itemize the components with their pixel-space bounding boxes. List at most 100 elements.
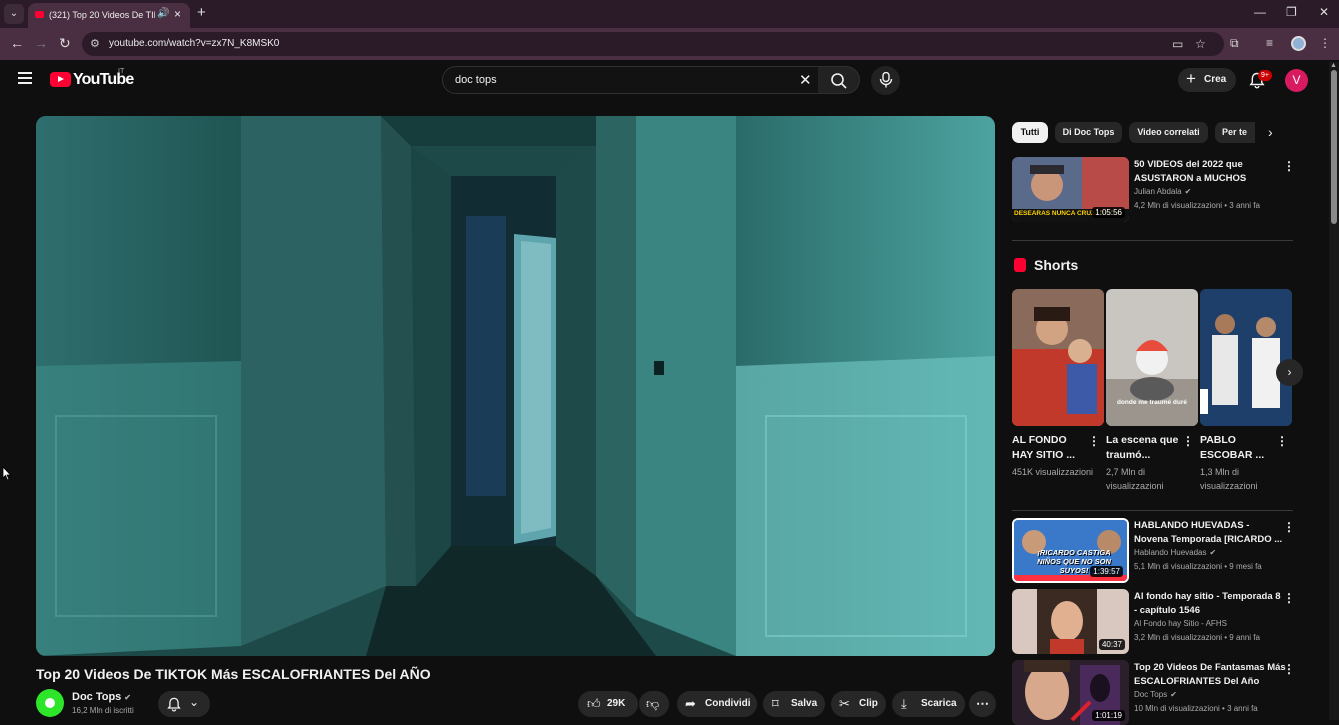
scrollbar-thumb[interactable]: [1331, 70, 1337, 224]
bookmark-star-icon[interactable]: ☆: [1195, 37, 1206, 51]
short-title[interactable]: PABLO ESCOBAR ...: [1200, 433, 1276, 463]
menu-hamburger-icon[interactable]: [18, 72, 32, 87]
extensions-icon[interactable]: ⧉: [1230, 36, 1239, 51]
address-url[interactable]: youtube.com/watch?v=zx7N_K8MSK0: [109, 38, 279, 49]
short-thumbnail[interactable]: [1200, 289, 1292, 426]
short-views: 451K visualizzazioni: [1012, 467, 1094, 477]
video-thumbnail[interactable]: DESEARAS NUNCA CRUZARTELO 1:05:56: [1012, 157, 1129, 222]
cast-icon[interactable]: ▭: [1172, 37, 1183, 51]
tab-title: (321) Top 20 Videos De TIKTOK Más ESCALO…: [49, 10, 155, 20]
download-label: Scarica: [921, 698, 957, 709]
like-count: 29K: [607, 698, 626, 709]
address-bar[interactable]: ⚙ youtube.com/watch?v=zx7N_K8MSK0 ▭ ☆: [82, 32, 1224, 56]
related-video[interactable]: DESEARAS NUNCA CRUZARTELO 1:05:56 50 VID…: [1012, 157, 1312, 223]
video-title[interactable]: Top 20 Videos De Fantasmas Más ESCALOFRI…: [1134, 661, 1286, 689]
chip-all[interactable]: Tutti: [1012, 122, 1048, 143]
subscription-bell-button[interactable]: ⌄: [158, 691, 210, 717]
more-options-icon[interactable]: ⋮: [1283, 520, 1295, 534]
back-icon[interactable]: ←: [10, 35, 24, 51]
channel-name-text[interactable]: Doc Tops: [1134, 690, 1167, 699]
chip-for-you[interactable]: Per te: [1215, 122, 1255, 143]
video-thumbnail[interactable]: 1:01:19: [1012, 660, 1129, 725]
share-button[interactable]: ➦ Condividi: [677, 691, 757, 717]
video-duration: 40:37: [1098, 639, 1125, 650]
chip-from-channel[interactable]: Di Doc Tops: [1055, 122, 1122, 143]
short-card[interactable]: AL FONDO HAY SITIO ... ⋮ 451K visualizza…: [1012, 289, 1104, 477]
short-title[interactable]: AL FONDO HAY SITIO ...: [1012, 433, 1088, 463]
short-thumbnail[interactable]: [1012, 289, 1104, 426]
subscriber-count: 16,2 Mln di iscritti: [72, 706, 134, 715]
channel-name[interactable]: Julian Abdala ✔: [1134, 187, 1191, 196]
more-options-icon[interactable]: ⋮: [1283, 159, 1295, 173]
video-thumbnail[interactable]: ¡RICARDO CASTIGA NIÑOS QUE NO SON SUYOS!…: [1012, 518, 1129, 583]
scroll-up-arrow-icon[interactable]: ▲: [1330, 62, 1337, 69]
restore-icon[interactable]: ❐: [1286, 5, 1297, 19]
download-button[interactable]: ⤓ Scarica: [892, 691, 965, 717]
channel-name-text[interactable]: Doc Tops: [72, 691, 121, 703]
channel-name-text[interactable]: Hablando Huevadas: [1134, 548, 1207, 557]
media-control-icon[interactable]: ≡: [1266, 36, 1273, 50]
save-button[interactable]: ⌑ Salva: [763, 691, 825, 717]
site-info-icon[interactable]: ⚙: [90, 37, 100, 50]
speaker-icon[interactable]: 🔊: [157, 8, 169, 19]
browser-profile-avatar[interactable]: [1291, 36, 1306, 51]
related-video[interactable]: 40:37 Al fondo hay sitio - Temporada 8 -…: [1012, 589, 1312, 654]
clear-search-icon[interactable]: ✕: [799, 71, 812, 89]
country-code: IT: [118, 68, 125, 75]
account-avatar[interactable]: V: [1285, 69, 1308, 92]
video-meta: 3,2 Mln di visualizzazioni • 9 anni fa: [1134, 633, 1260, 642]
channel-name[interactable]: Hablando Huevadas ✔: [1134, 548, 1216, 557]
more-options-icon[interactable]: ⋮: [1276, 434, 1288, 448]
more-options-icon[interactable]: ⋮: [1283, 591, 1295, 605]
like-button[interactable]: 👍︎ 29K: [578, 691, 638, 717]
video-title[interactable]: 50 VIDEOS del 2022 que ASUSTARON a MUCHO…: [1134, 158, 1286, 186]
search-input[interactable]: [455, 71, 785, 89]
plus-icon: +: [1186, 69, 1196, 88]
channel-name[interactable]: Al Fondo hay Sitio - AFHS: [1134, 619, 1227, 628]
clip-button[interactable]: ✂ Clip: [831, 691, 886, 717]
divider: [1012, 240, 1293, 241]
video-duration: 1:01:19: [1092, 710, 1125, 721]
chip-related[interactable]: Video correlati: [1129, 122, 1208, 143]
dislike-button[interactable]: 👎︎: [639, 691, 669, 717]
share-label: Condividi: [705, 698, 751, 709]
short-thumbnail[interactable]: donde me traumé duré: [1106, 289, 1198, 426]
close-tab-icon[interactable]: ×: [174, 7, 181, 21]
short-card[interactable]: PABLO ESCOBAR ... ⋮ 1,3 Mln di visualizz…: [1200, 289, 1292, 491]
more-options-icon[interactable]: ⋮: [1182, 434, 1194, 448]
search-button[interactable]: [818, 66, 860, 94]
video-duration: 1:05:56: [1092, 207, 1125, 218]
channel-name[interactable]: Doc Tops ✔: [72, 691, 131, 703]
related-video[interactable]: 1:01:19 Top 20 Videos De Fantasmas Más E…: [1012, 660, 1312, 725]
more-options-icon[interactable]: ⋮: [1088, 434, 1100, 448]
minimize-icon[interactable]: —: [1254, 5, 1266, 19]
browser-tab[interactable]: (321) Top 20 Videos De TIKTOK Más ESCALO…: [28, 3, 190, 28]
more-actions-button[interactable]: ⋯: [969, 691, 996, 717]
reload-icon[interactable]: ↻: [59, 35, 71, 52]
shorts-next-arrow-icon[interactable]: ›: [1276, 359, 1303, 386]
video-meta: 10 Mln di visualizzazioni • 3 anni fa: [1134, 704, 1258, 713]
verified-icon: ✔: [1209, 548, 1217, 557]
video-thumbnail[interactable]: 40:37: [1012, 589, 1129, 654]
video-title[interactable]: Al fondo hay sitio - Temporada 8 - capít…: [1134, 590, 1286, 618]
forward-icon[interactable]: →: [34, 35, 48, 51]
video-player[interactable]: [36, 116, 995, 656]
channel-name[interactable]: Doc Tops ✔: [1134, 690, 1177, 699]
chips-next-arrow-icon[interactable]: ›: [1268, 124, 1273, 140]
close-window-icon[interactable]: ✕: [1319, 5, 1329, 19]
short-card[interactable]: donde me traumé duré La escena que traum…: [1106, 289, 1198, 491]
short-title[interactable]: La escena que traumó...: [1106, 433, 1182, 463]
channel-name-text[interactable]: Julian Abdala: [1134, 187, 1182, 196]
search-box: ✕: [442, 66, 819, 94]
create-button[interactable]: + Crea: [1178, 68, 1236, 92]
voice-search-button[interactable]: [871, 66, 900, 95]
video-title[interactable]: HABLANDO HUEVADAS - Novena Temporada [RI…: [1134, 519, 1286, 547]
channel-avatar[interactable]: [36, 689, 64, 717]
clip-label: Clip: [859, 698, 878, 709]
new-tab-icon[interactable]: +: [197, 4, 206, 21]
browser-menu-icon[interactable]: ⋮: [1319, 36, 1331, 50]
related-video[interactable]: ¡RICARDO CASTIGA NIÑOS QUE NO SON SUYOS!…: [1012, 518, 1312, 583]
tab-search-dropdown-icon[interactable]: ⌄: [4, 4, 24, 24]
more-options-icon[interactable]: ⋮: [1283, 662, 1295, 676]
mouse-cursor-icon: [2, 466, 12, 481]
